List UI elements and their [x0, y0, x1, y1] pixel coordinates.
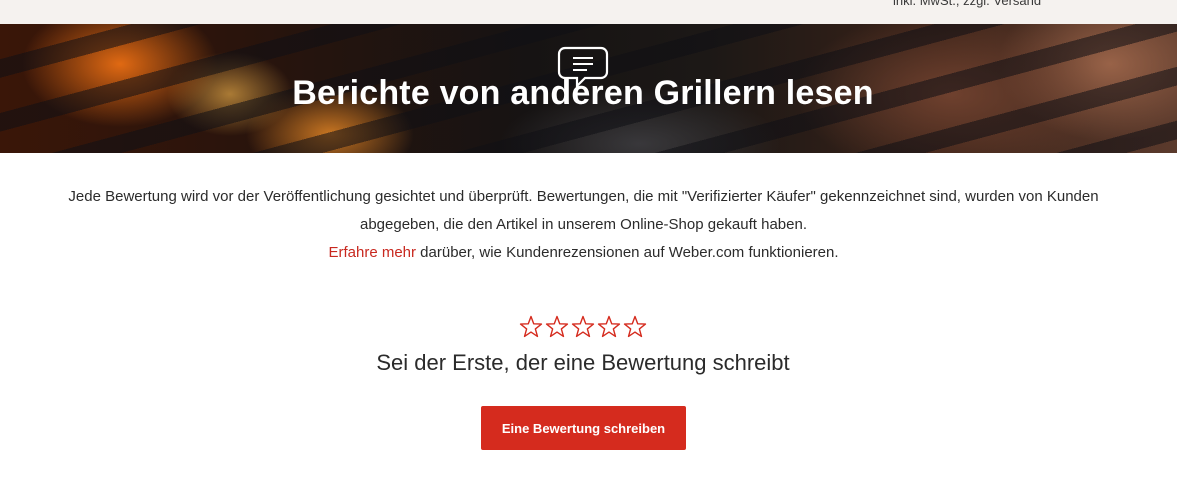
section-title: Berichte von anderen Grillern lesen — [292, 74, 874, 112]
star-icon — [545, 315, 569, 338]
tax-note: inkl. MwSt., zzgl. Versand — [893, 0, 1042, 8]
star-icon — [571, 315, 595, 338]
empty-reviews-message: Sei der Erste, der eine Bewertung schrei… — [376, 350, 790, 375]
disclaimer-text: Jede Bewertung wird vor der Veröffentlic… — [68, 188, 1099, 233]
review-disclaimer: Jede Bewertung wird vor der Veröffentlic… — [30, 183, 1137, 267]
star-icon — [519, 315, 543, 338]
top-bar: inkl. MwSt., zzgl. Versand — [0, 0, 1177, 24]
write-review-button[interactable]: Eine Bewertung schreiben — [481, 406, 686, 450]
learn-more-suffix: darüber, wie Kundenrezensionen auf Weber… — [416, 244, 839, 261]
learn-more-link[interactable]: Erfahre mehr — [328, 244, 416, 261]
star-icon — [597, 315, 621, 338]
star-rating — [519, 315, 647, 338]
hero-banner: Berichte von anderen Grillern lesen — [0, 24, 1177, 153]
star-icon — [623, 315, 647, 338]
